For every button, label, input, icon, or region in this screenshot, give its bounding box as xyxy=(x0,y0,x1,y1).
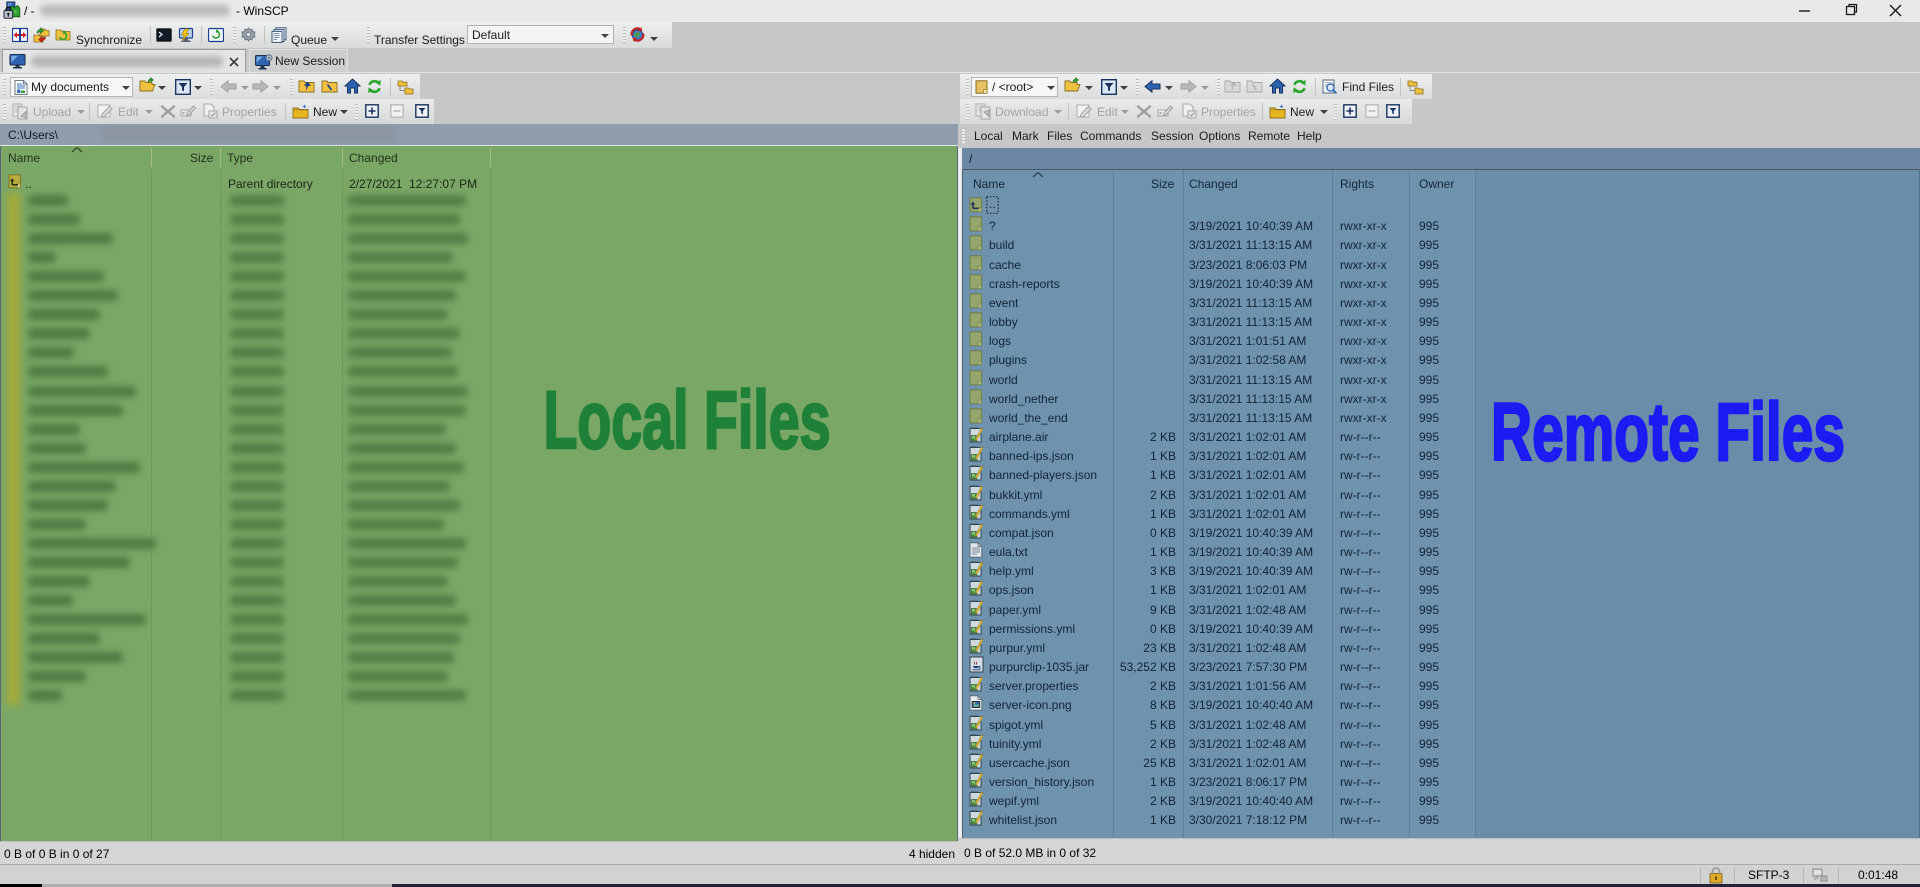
svg-text:Local Files: Local Files xyxy=(544,375,831,459)
svg-text:Remote Files: Remote Files xyxy=(1491,398,1845,478)
svg-text:..: .. xyxy=(989,197,996,211)
